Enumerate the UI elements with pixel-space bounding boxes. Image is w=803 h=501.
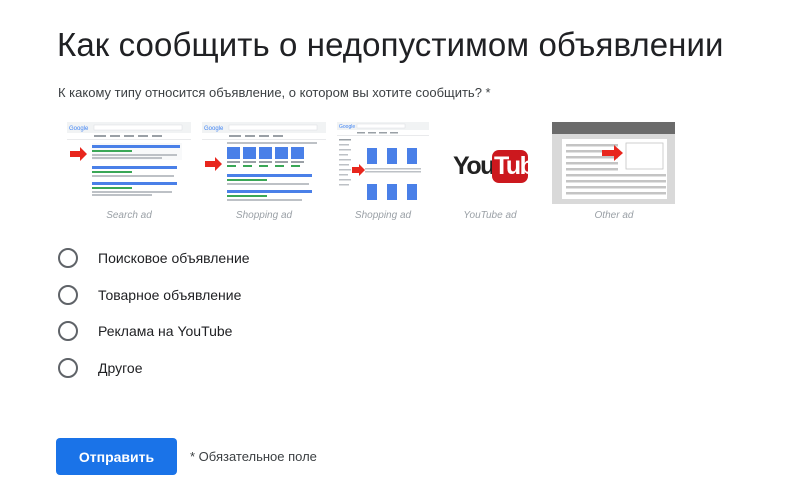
shopping-ad-sidebar-illustration: Google: [337, 122, 429, 204]
google-logo-text: Google: [339, 124, 355, 130]
google-logo-text: Google: [204, 126, 224, 132]
option-shopping-ad[interactable]: Товарное объявление: [58, 282, 478, 308]
thumbnail-caption: Other ad: [594, 210, 634, 221]
required-field-note: * Обязательное поле: [190, 449, 317, 464]
option-label: Товарное объявление: [98, 287, 242, 303]
thumbnail-caption: Shopping ad: [235, 210, 293, 221]
radio-button[interactable]: [58, 358, 78, 378]
radio-button[interactable]: [58, 321, 78, 341]
option-search-ad[interactable]: Поисковое объявление: [58, 245, 478, 271]
radio-button[interactable]: [58, 248, 78, 268]
youtube-logo-text: You: [453, 152, 494, 180]
svg-text:Tube: Tube: [494, 152, 540, 180]
thumbnail-caption: Search ad: [106, 210, 152, 221]
option-youtube-ad[interactable]: Реклама на YouTube: [58, 318, 478, 344]
option-other[interactable]: Другое: [58, 355, 478, 381]
google-logo-text: Google: [69, 126, 89, 132]
thumbnail-caption: YouTube ad: [463, 210, 517, 221]
option-label: Другое: [98, 360, 143, 376]
youtube-logo: You Tube: [440, 122, 564, 204]
option-label: Реклама на YouTube: [98, 323, 233, 339]
thumbnail-caption: Shopping ad: [354, 210, 412, 221]
submit-button[interactable]: Отправить: [56, 438, 177, 475]
radio-button[interactable]: [58, 285, 78, 305]
shopping-ad-illustration: Google: [202, 122, 326, 204]
other-ad-illustration: [552, 122, 675, 204]
ad-type-thumbnails: Google Search ad Google Shopping ad Goog…: [0, 0, 803, 230]
search-ad-illustration: Google: [67, 122, 191, 204]
option-label: Поисковое объявление: [98, 250, 250, 266]
